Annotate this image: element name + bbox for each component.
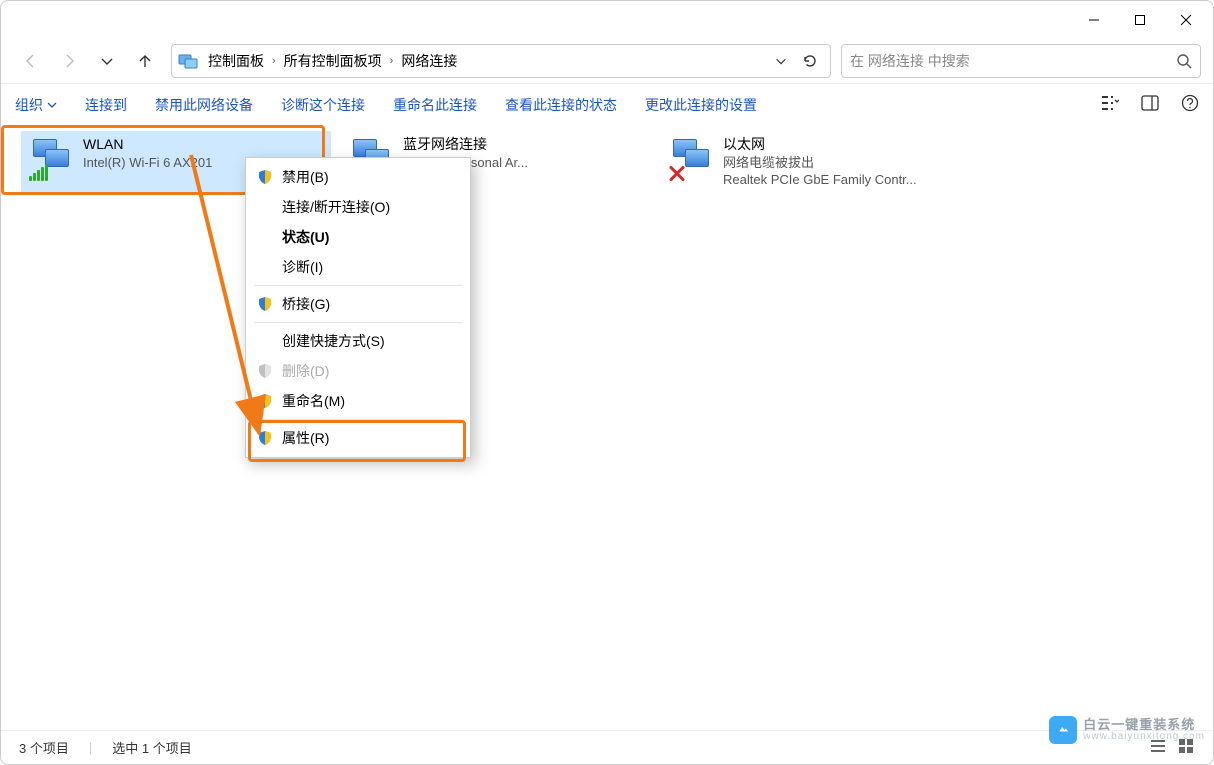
watermark-url: www.baiyunxitong.com [1083,732,1205,743]
watermark-title: 白云一键重装系统 [1083,718,1205,732]
status-bar: 3 个项目 | 选中 1 个项目 [1,730,1213,764]
context-menu-label: 删除(D) [282,361,329,381]
context-menu-separator [254,285,462,286]
watermark: 白云一键重装系统 www.baiyunxitong.com [1049,716,1205,744]
minimize-button[interactable] [1071,4,1117,36]
adapter-name: WLAN [83,135,212,154]
context-menu-label: 诊断(I) [282,257,323,277]
context-menu-properties[interactable]: 属性(R) [246,423,470,453]
context-menu-label: 属性(R) [282,428,329,448]
divider: | [89,740,92,755]
context-menu-separator [254,322,462,323]
content-area: WLAN Intel(R) Wi-Fi 6 AX201 蓝牙网络连接 Devic… [1,125,1213,725]
refresh-icon[interactable] [802,53,818,69]
rename-button[interactable]: 重命名此连接 [393,95,477,115]
change-settings-button[interactable]: 更改此连接的设置 [645,95,757,115]
search-icon [1176,53,1192,69]
address-bar[interactable]: 控制面板 › 所有控制面板项 › 网络连接 [171,44,831,78]
breadcrumb-item[interactable]: 控制面板 [204,51,268,71]
disconnected-x-icon [667,163,687,183]
close-button[interactable] [1163,4,1209,36]
back-button[interactable] [13,43,49,79]
context-menu-label: 重命名(M) [282,391,345,411]
shield-icon [256,392,274,410]
context-menu-label: 状态(U) [282,227,329,247]
context-menu-label: 连接/断开连接(O) [282,197,390,217]
context-menu-separator [254,419,462,420]
chevron-right-icon: › [270,55,278,67]
status-selected: 选中 1 个项目 [112,738,191,757]
connect-to-button[interactable]: 连接到 [85,95,127,115]
breadcrumb-item[interactable]: 所有控制面板项 [280,51,386,71]
adapter-device: Realtek PCIe GbE Family Contr... [723,171,917,189]
context-menu: 禁用(B) 连接/断开连接(O) 状态(U) 诊断(I) 桥接(G) 创建快捷方… [245,157,471,458]
shield-icon [256,295,274,313]
diagnose-button[interactable]: 诊断这个连接 [281,95,365,115]
context-menu-connect-disconnect[interactable]: 连接/断开连接(O) [246,192,470,222]
chevron-down-icon [47,100,57,110]
ethernet-icon [667,135,715,183]
search-placeholder: 在 网络连接 中搜索 [850,51,970,71]
context-menu-rename[interactable]: 重命名(M) [246,386,470,416]
shield-icon [256,362,274,380]
context-menu-label: 创建快捷方式(S) [282,331,385,351]
command-bar: 组织 连接到 禁用此网络设备 诊断这个连接 重命名此连接 查看此连接的状态 更改… [1,83,1213,125]
shield-icon [256,168,274,186]
shield-icon [256,429,274,447]
adapter-name: 以太网 [723,135,917,154]
navigation-bar: 控制面板 › 所有控制面板项 › 网络连接 在 网络连接 中搜索 [1,39,1213,83]
context-menu-status[interactable]: 状态(U) [246,222,470,252]
context-menu-delete: 删除(D) [246,356,470,386]
status-count: 3 个项目 [19,738,69,757]
recent-locations-button[interactable] [89,43,125,79]
disable-device-button[interactable]: 禁用此网络设备 [155,95,253,115]
chevron-down-icon[interactable] [774,54,788,68]
watermark-logo-icon [1049,716,1077,744]
title-bar [1,1,1213,39]
preview-pane-button[interactable] [1141,94,1159,115]
organize-menu[interactable]: 组织 [15,95,57,115]
context-menu-disable[interactable]: 禁用(B) [246,162,470,192]
view-status-button[interactable]: 查看此连接的状态 [505,95,617,115]
context-menu-label: 桥接(G) [282,294,330,314]
help-button[interactable] [1181,94,1199,115]
context-menu-create-shortcut[interactable]: 创建快捷方式(S) [246,326,470,356]
context-menu-diagnose[interactable]: 诊断(I) [246,252,470,282]
adapter-name: 蓝牙网络连接 [403,135,528,154]
control-panel-icon [178,51,198,71]
view-options-button[interactable] [1101,94,1119,115]
up-button[interactable] [127,43,163,79]
adapter-device: Intel(R) Wi-Fi 6 AX201 [83,154,212,172]
context-menu-bridge[interactable]: 桥接(G) [246,289,470,319]
chevron-right-icon: › [388,55,396,67]
adapter-status: 网络电缆被拔出 [723,154,917,172]
search-input[interactable]: 在 网络连接 中搜索 [841,44,1201,78]
adapter-item-ethernet[interactable]: 以太网 网络电缆被拔出 Realtek PCIe GbE Family Cont… [661,131,971,195]
maximize-button[interactable] [1117,4,1163,36]
context-menu-label: 禁用(B) [282,167,329,187]
breadcrumb-item[interactable]: 网络连接 [397,51,461,71]
wlan-icon [27,135,75,183]
forward-button[interactable] [51,43,87,79]
